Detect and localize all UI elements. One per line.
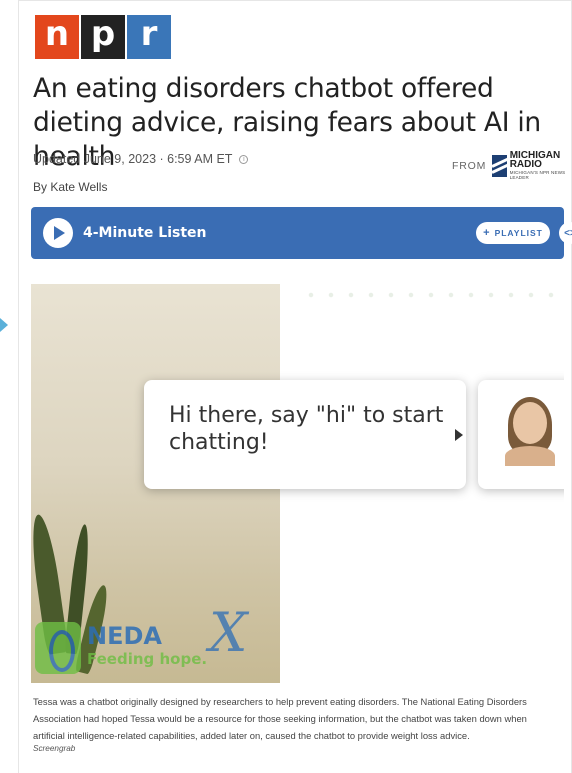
- play-button[interactable]: [43, 218, 73, 248]
- chat-pointer-icon: [455, 429, 463, 441]
- chat-bubble: Hi there, say "hi" to start chatting!: [144, 380, 466, 489]
- station-name-line2: RADIO: [509, 159, 542, 170]
- from-label: FROM: [452, 160, 487, 172]
- logo-letter-n: n: [35, 15, 79, 59]
- listen-label[interactable]: 4-Minute Listen: [83, 225, 206, 241]
- neda-name: NEDA: [87, 622, 162, 650]
- neda-logo: NEDA Feeding hope.: [35, 622, 207, 674]
- info-icon[interactable]: i: [239, 154, 249, 164]
- image-caption: Tessa was a chatbot originally designed …: [33, 696, 527, 741]
- neda-tagline: Feeding hope.: [87, 650, 208, 668]
- npr-logo[interactable]: n p r: [35, 15, 171, 59]
- decorative-dots: [301, 290, 564, 300]
- avatar-face: [513, 402, 547, 444]
- station-tagline: MICHIGAN'S NPR NEWS LEADER: [509, 170, 566, 180]
- station-text: MICHIGAN RADIO MICHIGAN'S NPR NEWS LEADE…: [510, 151, 572, 180]
- embed-button[interactable]: <>: [559, 222, 572, 244]
- audio-player: 4-Minute Listen + PLAYLIST <>: [31, 207, 572, 259]
- play-icon: [54, 226, 65, 240]
- neda-text: NEDA Feeding hope.: [87, 622, 207, 668]
- byline[interactable]: By Kate Wells: [33, 180, 107, 194]
- updated-timestamp: Updated June 9, 2023 · 6:59 AM ET: [33, 152, 233, 166]
- dateline: Updated June 9, 2023 · 6:59 AM ET i: [33, 152, 249, 166]
- expand-arrow-icon[interactable]: [0, 318, 8, 332]
- neda-mark-icon: [35, 622, 81, 674]
- chatbot-avatar-card: [478, 380, 564, 489]
- add-to-playlist-button[interactable]: + PLAYLIST: [476, 222, 550, 244]
- article-image[interactable]: Hi there, say "hi" to start chatting! NE…: [31, 284, 564, 683]
- logo-letter-r: r: [127, 15, 171, 59]
- avatar-body: [505, 446, 555, 466]
- logo-letter-p: p: [81, 15, 125, 59]
- plus-icon: +: [483, 226, 491, 239]
- x-logo-mark: X: [209, 601, 248, 664]
- image-credit: Screengrab: [33, 744, 76, 753]
- michigan-radio-logo[interactable]: MICHIGAN RADIO MICHIGAN'S NPR NEWS LEADE…: [492, 151, 572, 180]
- station-mark-icon: [492, 154, 507, 177]
- playlist-label: PLAYLIST: [494, 228, 543, 238]
